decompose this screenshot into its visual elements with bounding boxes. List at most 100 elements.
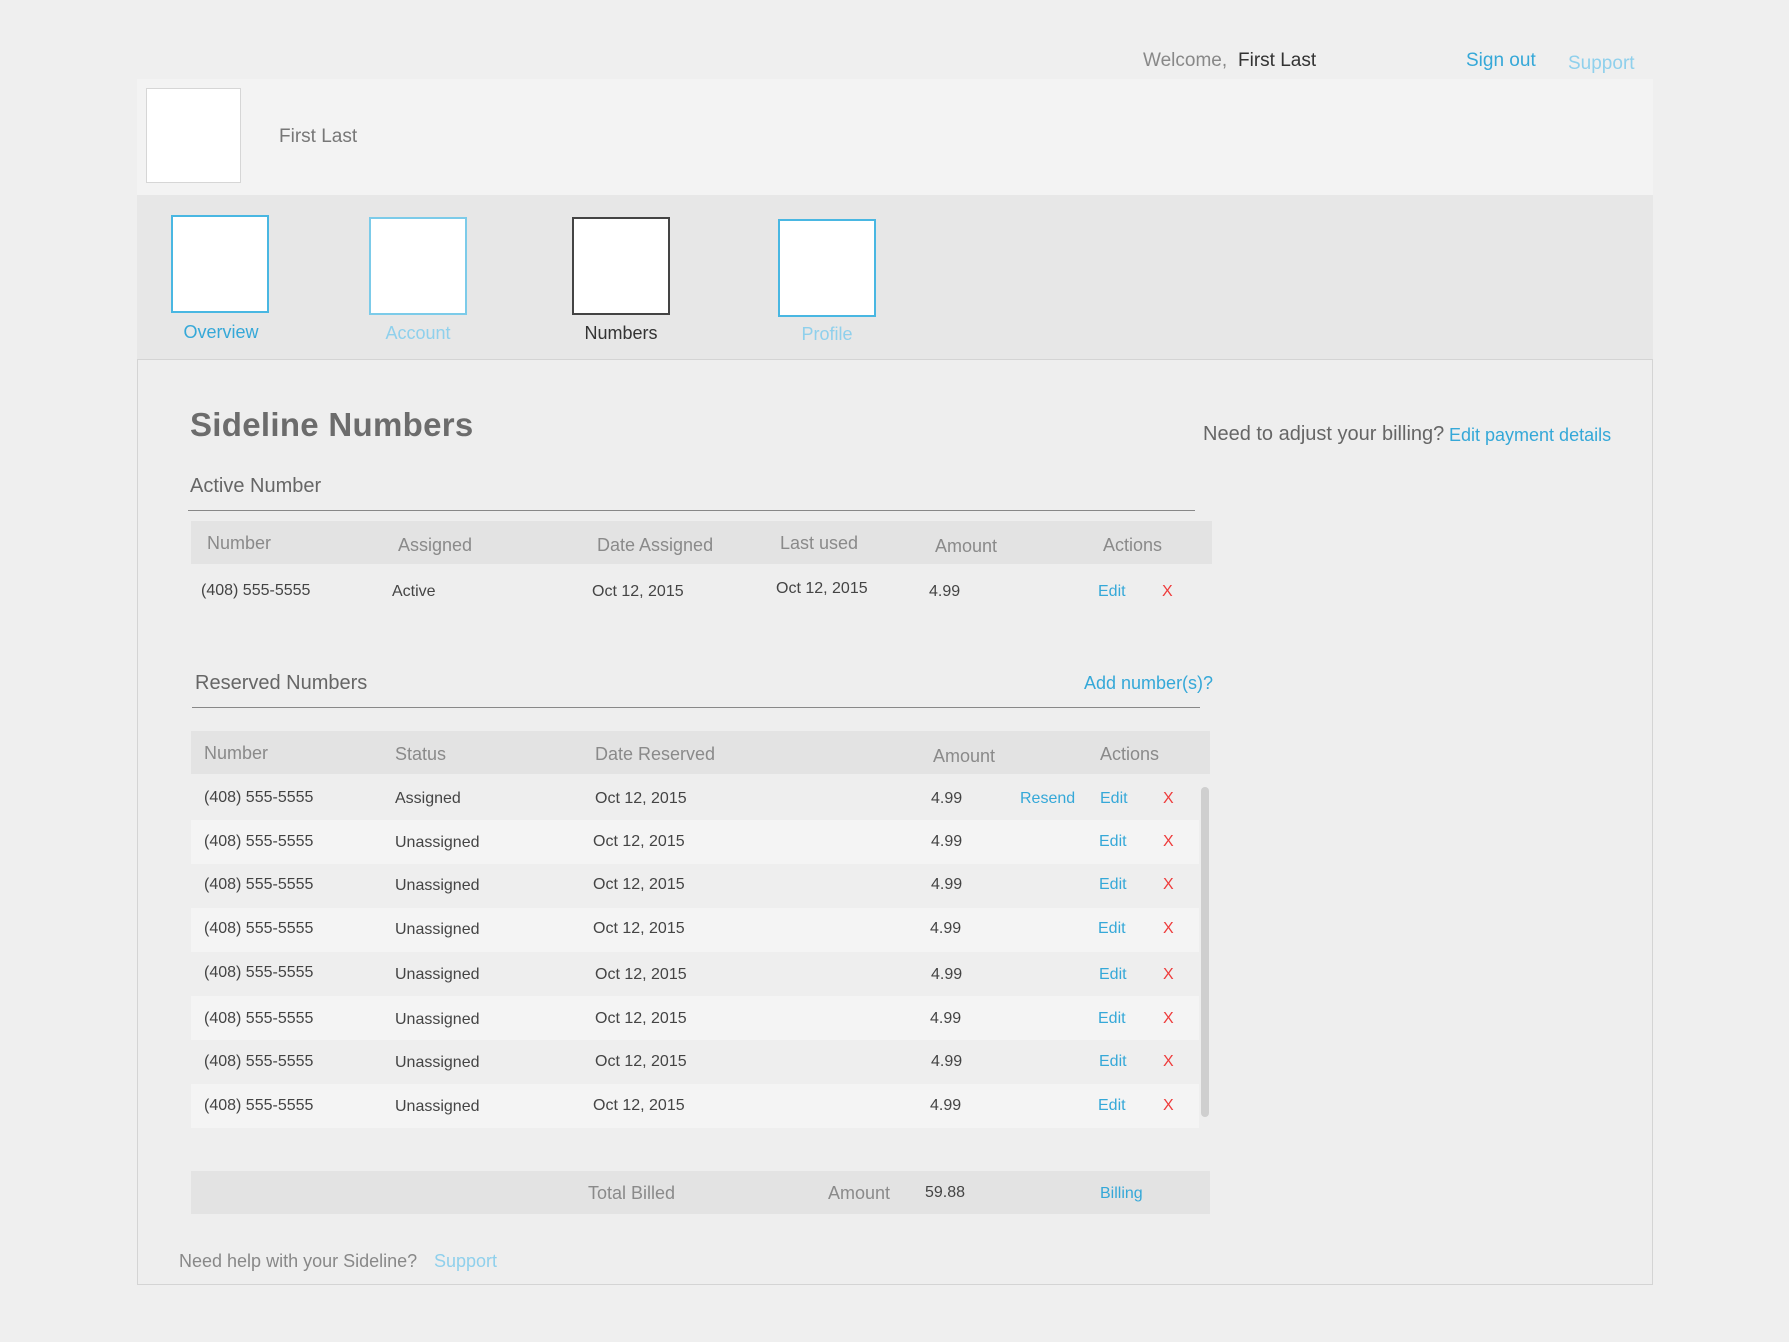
delete-button[interactable]: X <box>1163 790 1174 808</box>
edit-link[interactable]: Edit <box>1098 1097 1126 1115</box>
reserved-number: (408) 555-5555 <box>204 964 314 981</box>
reserved-date: Oct 12, 2015 <box>595 1053 687 1070</box>
edit-link[interactable]: Edit <box>1099 966 1127 984</box>
billing-link[interactable]: Billing <box>1100 1185 1143 1203</box>
active-delete-button[interactable]: X <box>1162 583 1173 601</box>
tab-account-icon[interactable] <box>369 217 467 315</box>
reserved-date: Oct 12, 2015 <box>593 833 685 850</box>
profile-header <box>137 79 1653 195</box>
reserved-date: Oct 12, 2015 <box>595 966 687 983</box>
reserved-date: Oct 12, 2015 <box>593 920 685 937</box>
support-link-top[interactable]: Support <box>1568 53 1635 75</box>
reserved-status: Unassigned <box>395 921 480 938</box>
reserved-number: (408) 555-5555 <box>204 833 314 850</box>
welcome-label: Welcome, <box>1143 50 1228 71</box>
col-number: Number <box>204 743 269 763</box>
col-actions: Actions <box>1103 535 1163 555</box>
reserved-number: (408) 555-5555 <box>204 789 314 806</box>
support-link-footer[interactable]: Support <box>434 1251 497 1272</box>
col-assigned: Assigned <box>398 535 473 555</box>
reserved-number: (408) 555-5555 <box>204 876 314 893</box>
col-last-used: Last used <box>780 533 859 553</box>
col-amount: Amount <box>933 746 996 766</box>
active-number-heading: Active Number <box>190 475 322 497</box>
active-edit-link[interactable]: Edit <box>1098 583 1126 601</box>
reserved-status: Unassigned <box>395 834 480 851</box>
reserved-amount: 4.99 <box>931 833 963 850</box>
reserved-date: Oct 12, 2015 <box>593 1097 685 1114</box>
reserved-status: Unassigned <box>395 1011 480 1028</box>
table-row: (408) 555-5555 Unassigned Oct 12, 2015 4… <box>191 864 1199 908</box>
delete-button[interactable]: X <box>1163 1010 1174 1028</box>
billing-question: Need to adjust your billing? <box>1203 423 1445 445</box>
edit-link[interactable]: Edit <box>1098 920 1126 938</box>
total-billed-bar <box>191 1171 1210 1214</box>
total-billed-label: Total Billed <box>588 1183 676 1203</box>
active-number: (408) 555-5555 <box>201 582 311 599</box>
welcome-user-name: First Last <box>1238 50 1317 71</box>
col-number: Number <box>207 533 272 553</box>
edit-link[interactable]: Edit <box>1099 833 1127 851</box>
reserved-number: (408) 555-5555 <box>204 1053 314 1070</box>
table-row: (408) 555-5555 Unassigned Oct 12, 2015 4… <box>191 908 1199 952</box>
col-date-assigned: Date Assigned <box>597 535 714 555</box>
col-date-reserved: Date Reserved <box>595 744 716 764</box>
col-status: Status <box>395 744 447 764</box>
reserved-number: (408) 555-5555 <box>204 1010 314 1027</box>
delete-button[interactable]: X <box>1163 833 1174 851</box>
resend-link[interactable]: Resend <box>1020 790 1075 808</box>
table-row: (408) 555-5555 Unassigned Oct 12, 2015 4… <box>191 820 1199 864</box>
reserved-table-header: Number Status Date Reserved Amount Actio… <box>191 731 1210 774</box>
active-last-used: Oct 12, 2015 <box>776 580 868 597</box>
tab-numbers-label[interactable]: Numbers <box>541 323 701 344</box>
avatar <box>146 88 241 183</box>
header-user-name: First Last <box>279 126 358 147</box>
reserved-date: Oct 12, 2015 <box>593 876 685 893</box>
delete-button[interactable]: X <box>1163 966 1174 984</box>
table-row: (408) 555-5555 Unassigned Oct 12, 2015 4… <box>191 1040 1199 1084</box>
reserved-amount: 4.99 <box>931 1053 963 1070</box>
delete-button[interactable]: X <box>1163 876 1174 894</box>
edit-link[interactable]: Edit <box>1100 790 1128 808</box>
reserved-amount: 4.99 <box>930 1097 962 1114</box>
reserved-amount: 4.99 <box>930 920 962 937</box>
active-date-assigned: Oct 12, 2015 <box>592 583 684 600</box>
reserved-list-scrollbar[interactable] <box>1201 787 1209 1117</box>
col-amount: Amount <box>935 536 998 556</box>
active-assigned: Active <box>392 583 436 600</box>
table-row: (408) 555-5555 Unassigned Oct 12, 2015 4… <box>191 996 1199 1040</box>
active-amount: 4.99 <box>929 583 961 600</box>
help-question: Need help with your Sideline? <box>179 1251 418 1271</box>
tab-overview-label[interactable]: Overview <box>141 322 301 343</box>
col-actions: Actions <box>1100 744 1160 764</box>
edit-link[interactable]: Edit <box>1099 876 1127 894</box>
reserved-status: Unassigned <box>395 1054 480 1071</box>
reserved-numbers-heading: Reserved Numbers <box>195 672 368 694</box>
tab-numbers-icon[interactable] <box>572 217 670 315</box>
tab-profile-icon[interactable] <box>778 219 876 317</box>
delete-button[interactable]: X <box>1163 920 1174 938</box>
delete-button[interactable]: X <box>1163 1097 1174 1115</box>
sign-out-link[interactable]: Sign out <box>1466 50 1536 72</box>
delete-button[interactable]: X <box>1163 1053 1174 1071</box>
reserved-amount: 4.99 <box>931 966 963 983</box>
edit-payment-details-link[interactable]: Edit payment details <box>1449 425 1611 446</box>
reserved-date: Oct 12, 2015 <box>595 1010 687 1027</box>
tab-overview-icon[interactable] <box>171 215 269 313</box>
edit-link[interactable]: Edit <box>1099 1053 1127 1071</box>
table-row: (408) 555-5555 Unassigned Oct 12, 2015 4… <box>191 952 1199 996</box>
reserved-status: Unassigned <box>395 966 480 983</box>
total-amount-label: Amount <box>828 1183 891 1203</box>
active-table-row: (408) 555-5555 Active Oct 12, 2015 Oct 1… <box>191 566 1212 610</box>
tab-account-label[interactable]: Account <box>338 323 498 344</box>
reserved-number: (408) 555-5555 <box>204 1097 314 1114</box>
table-row: (408) 555-5555 Assigned Oct 12, 2015 4.9… <box>191 776 1199 820</box>
reserved-amount: 4.99 <box>931 790 963 807</box>
reserved-status: Assigned <box>395 790 461 807</box>
total-amount-value: 59.88 <box>925 1184 966 1201</box>
add-numbers-link[interactable]: Add number(s)? <box>1084 673 1213 694</box>
table-row: (408) 555-5555 Unassigned Oct 12, 2015 4… <box>191 1084 1199 1128</box>
reserved-number: (408) 555-5555 <box>204 920 314 937</box>
tab-profile-label[interactable]: Profile <box>747 324 907 345</box>
edit-link[interactable]: Edit <box>1098 1010 1126 1028</box>
